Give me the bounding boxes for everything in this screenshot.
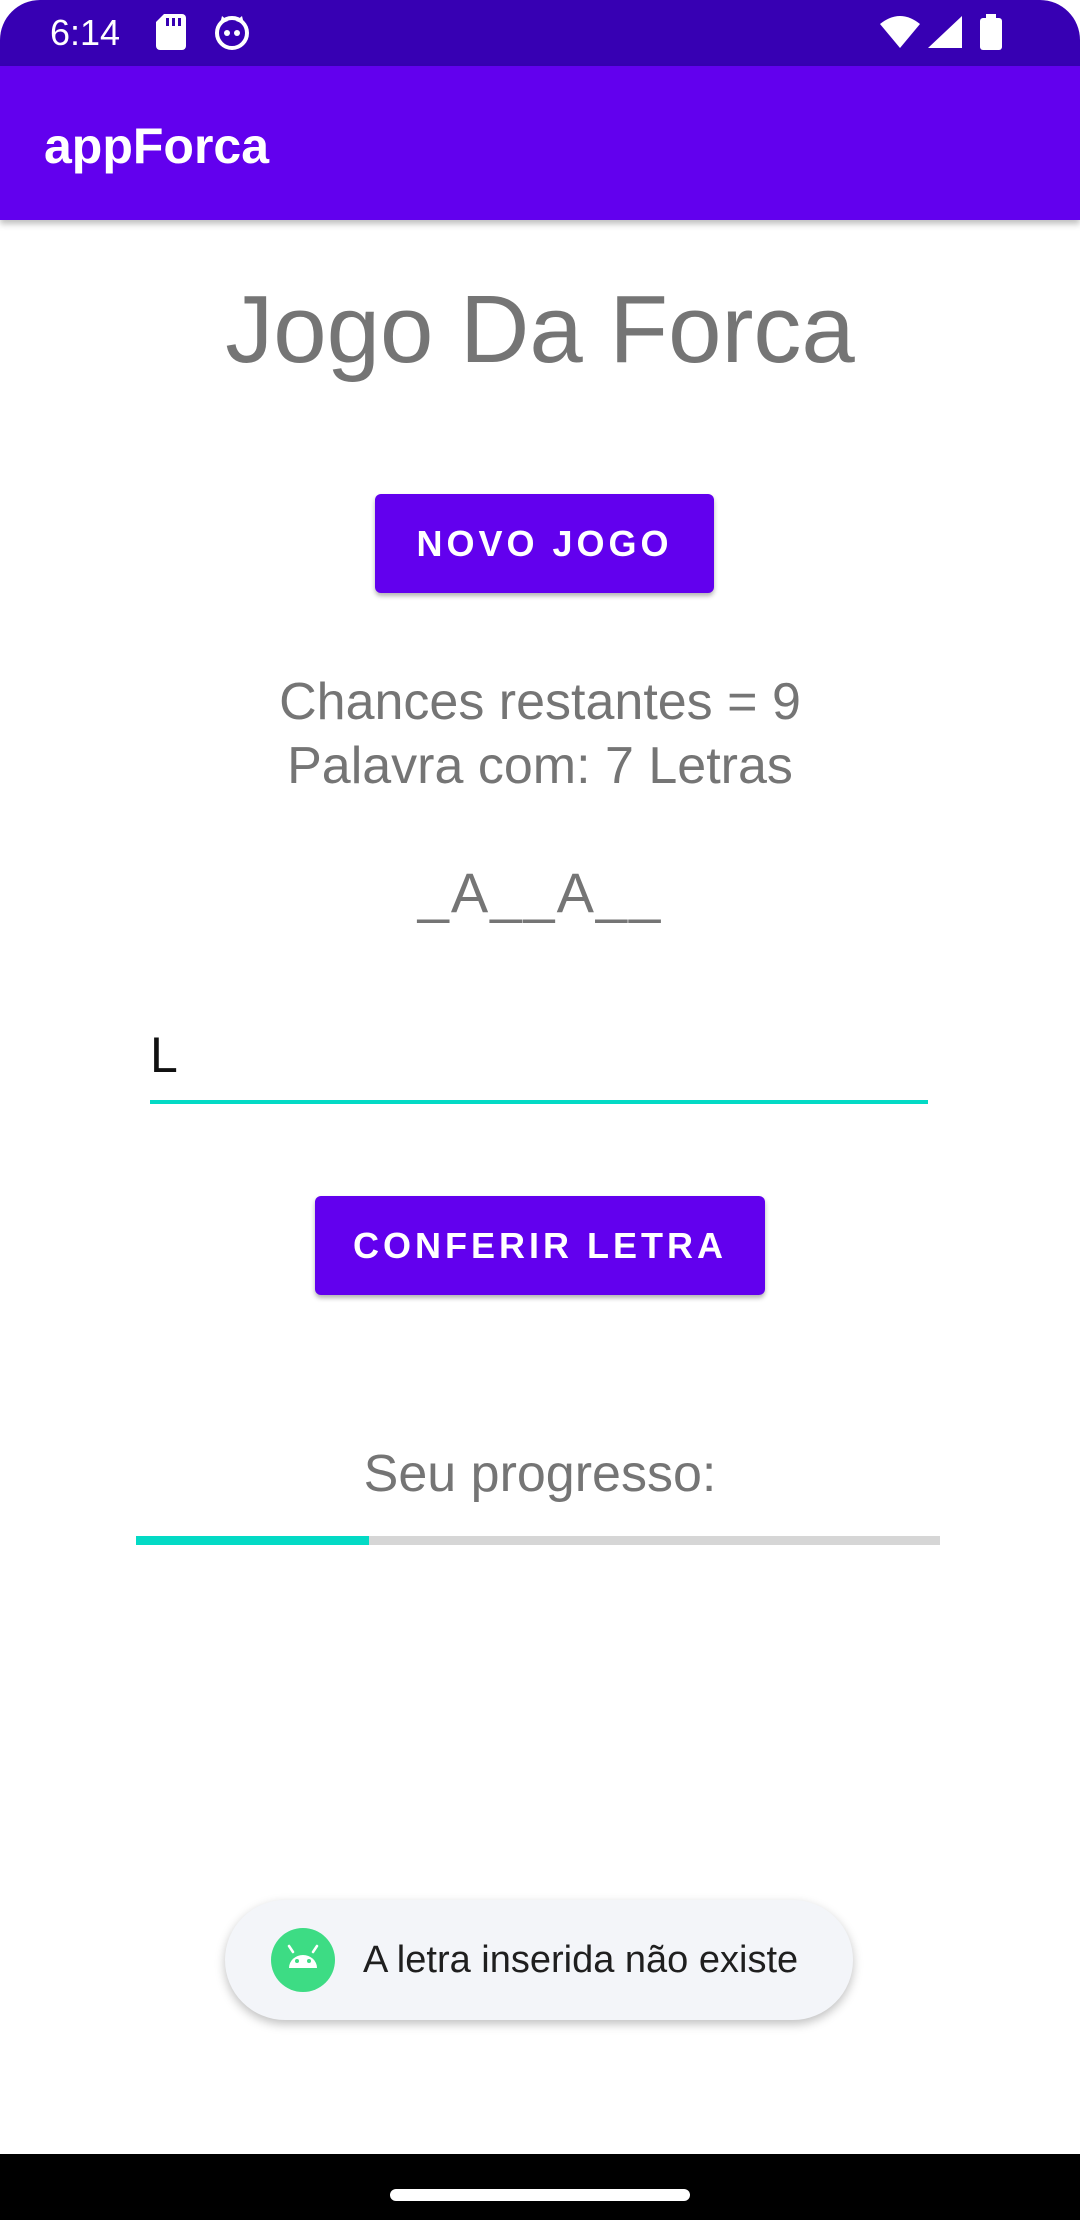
navigation-bar (0, 2154, 1080, 2220)
status-time: 6:14 (50, 12, 121, 53)
remaining-chances-text: Chances restantes = 9 (279, 673, 801, 731)
new-game-button[interactable]: NOVO JOGO (375, 494, 714, 593)
status-bar: 6:14 (0, 0, 1080, 66)
word-mask: _A__A__ (417, 861, 663, 924)
android-icon (271, 1928, 335, 1992)
toast-message: A letra inserida não existe (363, 1939, 799, 1981)
wifi-icon (880, 16, 920, 53)
app-title: appForca (44, 118, 270, 174)
progress-bar-fill (136, 1536, 370, 1545)
cat-face-icon (214, 14, 250, 55)
toast: A letra inserida não existe (225, 1900, 853, 2020)
game-title: Jogo Da Forca (225, 276, 855, 383)
progress-bar (136, 1536, 940, 1545)
sd-card-icon (156, 14, 186, 55)
app-bar: appForca (0, 66, 1080, 220)
progress-label: Seu progresso: (363, 1445, 717, 1503)
check-letter-button[interactable]: CONFERIR LETRA (315, 1196, 765, 1295)
word-length-text: Palavra com: 7 Letras (287, 737, 793, 795)
home-gesture-handle[interactable] (390, 2189, 690, 2201)
signal-icon (928, 16, 962, 53)
letter-input[interactable] (150, 1010, 928, 1104)
screen: 6:14 appForca Jogo Da Forca NOVO JOGO Ch… (0, 0, 1080, 2220)
battery-icon (980, 14, 1002, 55)
